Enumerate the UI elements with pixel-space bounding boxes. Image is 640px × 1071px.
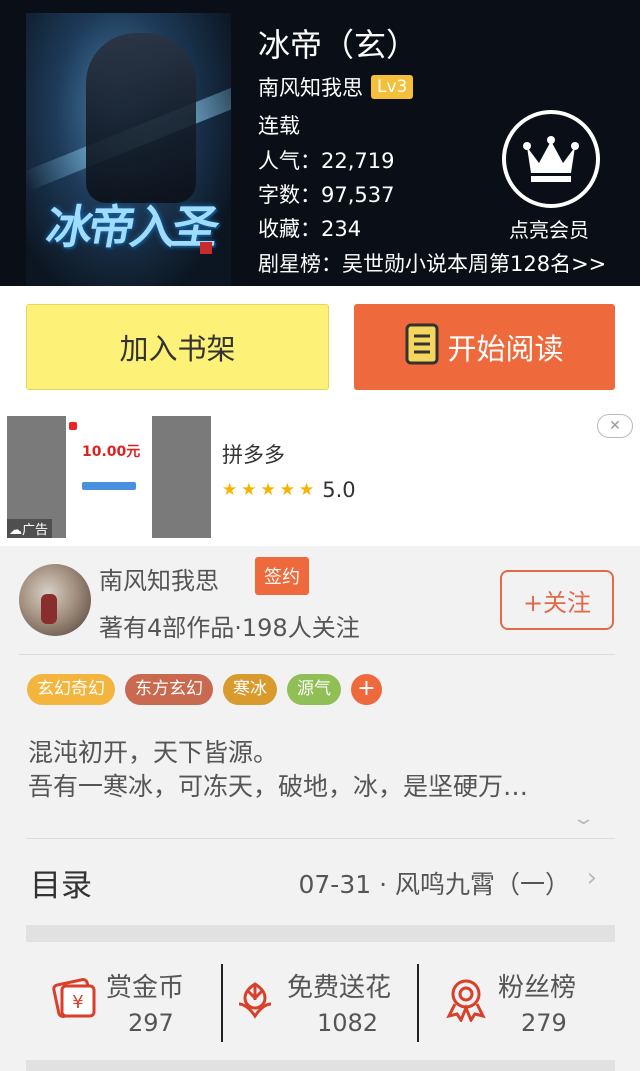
book-ranking-link[interactable]: 剧星榜：吴世勋小说本周第128名>> bbox=[258, 248, 606, 278]
ad-phone-mock: 10.00元 bbox=[66, 416, 152, 538]
fan-ranking-button[interactable]: 粉丝榜 279 bbox=[445, 962, 615, 1042]
flowers-label: 免费送花 bbox=[287, 973, 392, 1003]
medal-icon bbox=[445, 978, 487, 1026]
close-icon: ✕ bbox=[609, 418, 621, 434]
start-reading-label: 开始阅读 bbox=[447, 332, 564, 366]
ad-app-logo-icon bbox=[69, 422, 77, 430]
reward-envelope-icon: ¥ bbox=[50, 978, 98, 1024]
divider bbox=[19, 654, 615, 655]
tag-chip[interactable]: 寒冰 bbox=[223, 674, 277, 705]
book-icon bbox=[405, 323, 439, 372]
free-flowers-button[interactable]: 免费送花 1082 bbox=[235, 962, 415, 1042]
ad-image-amount: 10.00元 bbox=[82, 444, 141, 460]
vip-label: 点亮会员 bbox=[509, 218, 589, 242]
book-favorites: 收藏：234 bbox=[258, 217, 362, 241]
book-author-name[interactable]: 南风知我思 bbox=[258, 72, 363, 102]
cover-seal bbox=[200, 242, 212, 254]
flowers-count: 1082 bbox=[317, 1009, 379, 1037]
author-name[interactable]: 南风知我思 bbox=[99, 561, 219, 596]
stats-bar: ¥ 赏金币 297 免费送花 1082 粉丝榜 279 bbox=[0, 942, 640, 1071]
author-section: 南风知我思 签约 著有4部作品·198人关注 +关注 玄幻奇幻 东方玄幻 寒冰 … bbox=[0, 546, 640, 946]
author-avatar[interactable] bbox=[19, 564, 91, 636]
flower-icon bbox=[235, 978, 275, 1024]
book-title: 冰帝（玄） bbox=[258, 26, 419, 64]
follow-label: +关注 bbox=[522, 588, 592, 617]
ad-tag: ☁广告 bbox=[7, 519, 53, 538]
book-status: 连载 bbox=[258, 114, 300, 138]
reward-coins-button[interactable]: ¥ 赏金币 297 bbox=[50, 962, 220, 1042]
divider bbox=[417, 964, 419, 1042]
star-rating-icon: ★★★★★ bbox=[222, 480, 319, 500]
follow-button[interactable]: +关注 bbox=[500, 570, 614, 630]
book-word-count: 字数：97,537 bbox=[258, 183, 395, 207]
ad-app-name[interactable]: 拼多多 bbox=[222, 439, 285, 469]
description-line: 吾有一寒冰，可冻天，破地，冰，是坚硬万… bbox=[28, 772, 529, 801]
author-works-info: 著有4部作品·198人关注 bbox=[99, 614, 360, 642]
toc-label: 目录 bbox=[30, 868, 92, 904]
tag-chip[interactable]: 玄幻奇幻 bbox=[27, 674, 115, 705]
fans-label: 粉丝榜 bbox=[498, 973, 577, 1003]
book-popularity: 人气：22,719 bbox=[258, 149, 395, 173]
latest-chapter: 07-31 · 风鸣九霄（一） bbox=[298, 870, 571, 899]
ad-rating: ★★★★★ 5.0 bbox=[222, 478, 356, 502]
book-cover-image[interactable]: 冰帝入圣 bbox=[26, 13, 231, 286]
chevron-down-icon[interactable]: ⌄ bbox=[571, 808, 595, 829]
book-info: 冰帝（玄） bbox=[258, 25, 418, 65]
chevron-right-icon: › bbox=[586, 863, 597, 893]
divider bbox=[221, 964, 223, 1042]
svg-text:¥: ¥ bbox=[72, 992, 83, 1013]
ad-tag-label: 广告 bbox=[22, 523, 49, 538]
ad-image-button bbox=[82, 482, 136, 490]
crown-icon bbox=[502, 110, 600, 208]
action-bar: 加入书架 开始阅读 bbox=[0, 286, 640, 408]
reward-count: 297 bbox=[128, 1009, 174, 1037]
tag-chip[interactable]: 东方玄幻 bbox=[125, 674, 213, 705]
ad-close-button[interactable]: ✕ bbox=[597, 414, 633, 438]
add-to-shelf-button[interactable]: 加入书架 bbox=[26, 304, 329, 390]
vip-button[interactable]: 点亮会员 bbox=[500, 110, 602, 243]
ad-rating-value: 5.0 bbox=[322, 478, 356, 502]
add-tag-button[interactable]: + bbox=[351, 674, 382, 705]
signed-badge: 签约 bbox=[255, 557, 309, 595]
section-separator bbox=[26, 1060, 615, 1071]
section-separator bbox=[26, 925, 615, 942]
ad-image[interactable]: 10.00元 ☁广告 bbox=[7, 416, 211, 538]
start-reading-button[interactable]: 开始阅读 bbox=[354, 304, 615, 390]
table-of-contents-row[interactable]: 目录 07-31 · 风鸣九霄（一） › bbox=[26, 838, 615, 922]
add-to-shelf-label: 加入书架 bbox=[119, 332, 236, 366]
description-line: 混沌初开，天下皆源。 bbox=[28, 738, 279, 767]
book-description[interactable]: 混沌初开，天下皆源。 吾有一寒冰，可冻天，破地，冰，是坚硬万… bbox=[28, 736, 618, 804]
tag-chip[interactable]: 源气 bbox=[287, 674, 341, 705]
ad-banner[interactable]: 10.00元 ☁广告 拼多多 ★★★★★ 5.0 ✕ bbox=[0, 408, 640, 546]
book-header: 冰帝入圣 冰帝（玄） 南风知我思 Lv3 连载 人气：22,719 字数：97,… bbox=[0, 0, 640, 286]
cover-hero-figure bbox=[86, 33, 196, 203]
tag-list: 玄幻奇幻 东方玄幻 寒冰 源气 + bbox=[27, 674, 382, 705]
book-author-row[interactable]: 南风知我思 Lv3 bbox=[258, 72, 414, 102]
fans-count: 279 bbox=[521, 1009, 567, 1037]
reward-label: 赏金币 bbox=[106, 973, 185, 1003]
author-level-badge: Lv3 bbox=[371, 75, 414, 99]
